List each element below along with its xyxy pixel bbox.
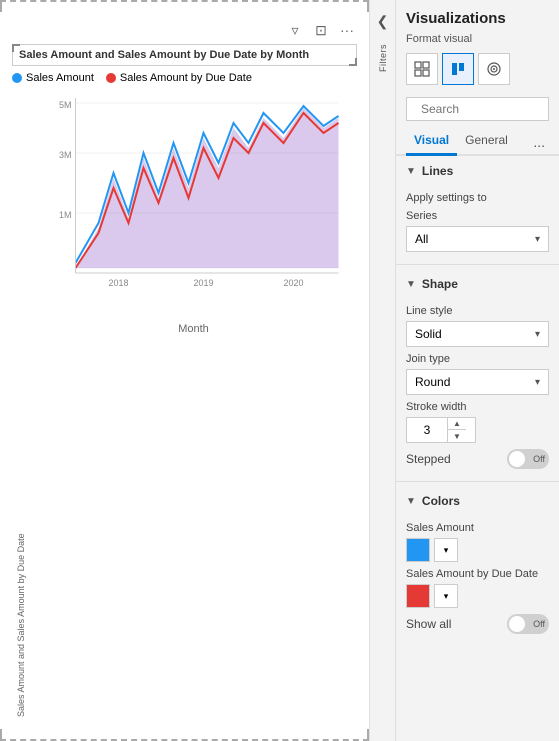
series2-color-swatch[interactable]: [406, 584, 430, 608]
collapse-icon[interactable]: ❮: [372, 10, 394, 32]
tab-more[interactable]: ...: [529, 130, 549, 154]
analytics-format-icon[interactable]: [478, 53, 510, 85]
chart-toolbar: ▿ ⊡ ···: [12, 20, 357, 40]
show-all-toggle-text: Off: [533, 619, 545, 629]
series1-color-dropdown[interactable]: ▾: [434, 538, 458, 562]
stepped-toggle[interactable]: Off: [507, 449, 549, 469]
lines-section-body: Apply settings to Series All ▾: [396, 182, 559, 260]
viz-title: Visualizations: [406, 10, 549, 27]
search-input[interactable]: [421, 102, 559, 116]
stepper-up[interactable]: ▲: [448, 418, 466, 430]
show-all-label: Show all: [406, 617, 451, 631]
lines-section-header[interactable]: ▼ Lines: [396, 156, 559, 182]
line-style-chevron-icon: ▾: [535, 329, 540, 340]
line-style-dropdown[interactable]: Solid ▾: [406, 321, 549, 347]
tab-general[interactable]: General: [457, 129, 516, 156]
section-lines: ▼ Lines Apply settings to Series All ▾: [396, 156, 559, 260]
show-all-row: Show all Off: [406, 614, 549, 634]
dotted-border-bottom: [0, 729, 369, 741]
toggle-knob: [509, 451, 525, 467]
section-colors: ▼ Colors Sales Amount ▾ Sales Amount by …: [396, 486, 559, 642]
legend-item-2: Sales Amount by Due Date: [106, 72, 252, 84]
series-chevron-icon: ▾: [535, 234, 540, 245]
viz-panel: Visualizations Format visual Visual: [396, 0, 559, 741]
stroke-width-stepper[interactable]: ▲ ▼: [406, 417, 476, 443]
join-type-value: Round: [415, 375, 450, 389]
chart-container: ▿ ⊡ ··· Sales Amount and Sales Amount by…: [0, 12, 369, 729]
series1-label: Sales Amount: [406, 522, 549, 534]
filters-label: Filters: [378, 44, 388, 72]
series1-color-row: ▾: [406, 538, 549, 562]
series2-color-row: ▾: [406, 584, 549, 608]
lines-label: Lines: [422, 164, 453, 178]
stroke-width-label: Stroke width: [406, 401, 549, 413]
svg-text:2019: 2019: [193, 278, 213, 288]
series2-color-dropdown[interactable]: ▾: [434, 584, 458, 608]
legend-dot-2: [106, 73, 116, 83]
paint-format-icon[interactable]: [442, 53, 474, 85]
side-icons: ❮ Filters: [370, 0, 396, 741]
chart-svg: 5M 3M 1M 2018 2019: [30, 88, 357, 721]
chart-title: Sales Amount and Sales Amount by Due Dat…: [12, 44, 357, 66]
svg-text:1M: 1M: [59, 210, 72, 220]
show-all-toggle[interactable]: Off: [507, 614, 549, 634]
series1-color-swatch[interactable]: [406, 538, 430, 562]
stepped-row: Stepped Off: [406, 449, 549, 469]
shape-section-body: Line style Solid ▾ Join type Round ▾ Str…: [396, 295, 559, 477]
stepper-down[interactable]: ▼: [448, 430, 466, 442]
apply-settings-label: Apply settings to: [406, 192, 549, 204]
series-dropdown[interactable]: All ▾: [406, 226, 549, 252]
dotted-border-top: [0, 0, 369, 12]
filter-icon[interactable]: ▿: [285, 20, 305, 40]
chart-legend: Sales Amount Sales Amount by Due Date: [12, 72, 357, 84]
x-axis-label: Month: [30, 323, 357, 335]
join-type-chevron-icon: ▾: [535, 377, 540, 388]
chart-panel: ▿ ⊡ ··· Sales Amount and Sales Amount by…: [0, 0, 370, 741]
right-panel: ❮ Filters Visualizations Format visual: [370, 0, 559, 741]
viz-format-icons: [406, 53, 549, 85]
divider-1: [396, 264, 559, 265]
series-value: All: [415, 232, 428, 246]
colors-chevron: ▼: [406, 496, 416, 507]
series-label: Series: [406, 210, 549, 222]
join-type-dropdown[interactable]: Round ▾: [406, 369, 549, 395]
tab-visual[interactable]: Visual: [406, 129, 457, 156]
shape-chevron: ▼: [406, 279, 416, 290]
chart-body: Sales Amount and Sales Amount by Due Dat…: [12, 88, 357, 721]
legend-item-1: Sales Amount: [12, 72, 94, 84]
legend-dot-1: [12, 73, 22, 83]
colors-section-header[interactable]: ▼ Colors: [396, 486, 559, 512]
show-all-toggle-knob: [509, 616, 525, 632]
shape-label: Shape: [422, 277, 458, 291]
colors-label: Colors: [422, 494, 460, 508]
svg-text:2020: 2020: [283, 278, 303, 288]
toggle-text: Off: [533, 454, 545, 464]
colors-section-body: Sales Amount ▾ Sales Amount by Due Date …: [396, 512, 559, 642]
join-type-label: Join type: [406, 353, 549, 365]
viz-header: Visualizations Format visual: [396, 0, 559, 97]
stepper-arrows: ▲ ▼: [447, 418, 466, 442]
shape-section-header[interactable]: ▼ Shape: [396, 269, 559, 295]
stepped-label: Stepped: [406, 452, 451, 466]
expand-icon[interactable]: ⊡: [311, 20, 331, 40]
section-shape: ▼ Shape Line style Solid ▾ Join type Rou…: [396, 269, 559, 477]
svg-text:5M: 5M: [59, 100, 72, 110]
series2-label: Sales Amount by Due Date: [406, 568, 549, 580]
line-style-value: Solid: [415, 327, 442, 341]
tabs-row: Visual General ...: [396, 129, 559, 156]
svg-text:2018: 2018: [108, 278, 128, 288]
viz-subtitle: Format visual: [406, 33, 549, 45]
search-box[interactable]: [406, 97, 549, 121]
line-style-label: Line style: [406, 305, 549, 317]
divider-2: [396, 481, 559, 482]
y-axis-label: Sales Amount and Sales Amount by Due Dat…: [12, 88, 30, 721]
lines-chevron: ▼: [406, 166, 416, 177]
svg-text:3M: 3M: [59, 150, 72, 160]
grid-format-icon[interactable]: [406, 53, 438, 85]
more-icon[interactable]: ···: [337, 20, 357, 40]
stroke-width-input[interactable]: [407, 419, 447, 441]
